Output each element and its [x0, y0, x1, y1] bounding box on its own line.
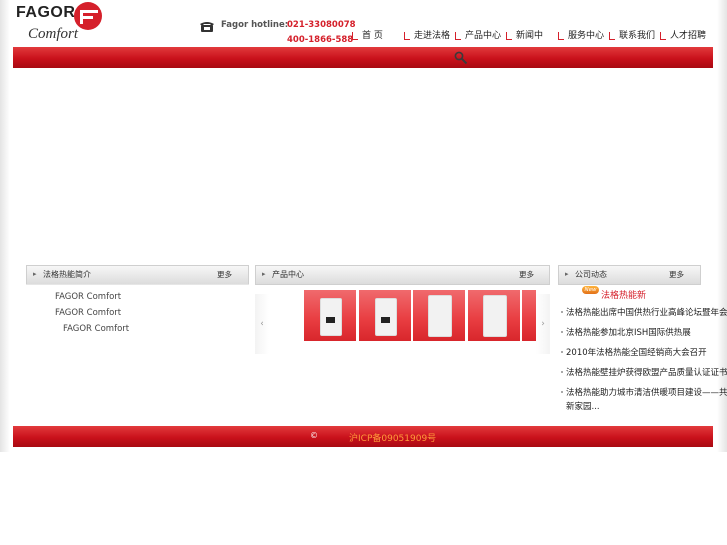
product-thumbnail[interactable] — [304, 290, 356, 341]
chevron-right-icon: › — [541, 319, 545, 329]
nav-label: 服务中心 — [568, 31, 605, 41]
bullet-dot — [561, 351, 563, 353]
intro-panel-title: 法格热能简介 — [43, 270, 91, 279]
header-arrow-icon: ▸ — [262, 270, 266, 278]
news-item[interactable]: 法格热能出席中国供热行业高峰论坛暨年会 — [566, 306, 727, 318]
nav-label: 首 页 — [362, 31, 383, 41]
intro-more-link[interactable]: 更多 — [217, 269, 232, 280]
news-item[interactable]: 法格热能壁挂炉获得欧盟产品质量认证证书 — [566, 366, 727, 378]
product-thumbnail[interactable] — [359, 290, 411, 341]
intro-divider — [26, 284, 249, 285]
hotline-number-2: 400-1866-588 — [287, 35, 354, 45]
products-more-link[interactable]: 更多 — [519, 269, 534, 280]
nav-corner-icon — [352, 32, 358, 40]
logo-brand-text: FAGOR — [16, 4, 76, 21]
nav-corner-icon — [558, 32, 564, 40]
intro-text-line: FAGOR Comfort — [55, 308, 122, 318]
fagor-logo[interactable]: FAGOR Comfort — [16, 2, 106, 46]
news-item-continued[interactable]: 新家园... — [566, 400, 600, 412]
chevron-left-icon: ‹ — [260, 319, 264, 329]
news-panel-header: ▸ 公司动态 更多 — [558, 265, 701, 285]
bullet-dot — [561, 311, 563, 313]
boiler-image — [428, 295, 452, 337]
water-heater-image — [375, 298, 397, 336]
water-heater-image — [320, 298, 342, 336]
carousel-prev-button[interactable]: ‹ — [255, 294, 269, 354]
news-headline[interactable]: 法格热能新 — [601, 288, 646, 301]
telephone-icon — [200, 22, 214, 32]
nav-corner-icon — [506, 32, 512, 40]
carousel-next-button[interactable]: › — [536, 294, 550, 354]
intro-text-line: FAGOR Comfort — [63, 324, 130, 334]
news-panel-title: 公司动态 — [575, 270, 607, 279]
product-thumbnail[interactable] — [522, 290, 536, 341]
logo-sub-text: Comfort — [28, 26, 79, 42]
header-arrow-icon: ▸ — [33, 270, 37, 278]
header-red-bar — [13, 47, 713, 68]
nav-corner-icon — [609, 32, 615, 40]
nav-label: 联系我们 — [619, 31, 656, 41]
bullet-dot — [561, 331, 563, 333]
intro-panel-header: ▸ 法格热能简介 更多 — [26, 265, 249, 285]
left-edge-shadow — [0, 0, 10, 452]
nav-corner-icon — [660, 32, 666, 40]
hotline-number-1: 021-33080078 — [287, 20, 356, 30]
nav-label: 走进法格 — [414, 31, 451, 41]
copyright-symbol: © — [310, 431, 318, 440]
news-more-link[interactable]: 更多 — [669, 269, 684, 280]
nav-corner-icon — [404, 32, 410, 40]
fagor-f-icon — [74, 2, 102, 30]
product-thumbnail[interactable] — [413, 290, 465, 341]
nav-label: 人才招聘 — [670, 31, 707, 41]
hotline-label: Fagor hotline: — [221, 20, 289, 30]
bullet-dot — [561, 371, 563, 373]
nav-label: 产品中心 — [465, 31, 502, 41]
search-icon[interactable] — [454, 51, 468, 65]
boiler-image — [483, 295, 507, 337]
nav-label: 新闻中 — [516, 31, 544, 41]
new-badge: New — [582, 286, 599, 294]
products-panel-title: 产品中心 — [272, 270, 304, 279]
bullet-dot — [561, 391, 563, 393]
icp-license-link[interactable]: 沪ICP备09051909号 — [349, 431, 436, 444]
products-panel-header: ▸ 产品中心 更多 — [255, 265, 550, 285]
intro-text-line: FAGOR Comfort — [55, 292, 122, 302]
news-item[interactable]: 2010年法格热能全国经销商大会召开 — [566, 346, 707, 358]
news-item[interactable]: 法格热能助力城市清洁供暖项目建设——共建绿色 — [566, 386, 727, 398]
header-arrow-icon: ▸ — [565, 270, 569, 278]
right-edge-shadow — [717, 0, 727, 452]
nav-corner-icon — [455, 32, 461, 40]
news-item[interactable]: 法格热能参加北京ISH国际供热展 — [566, 326, 691, 338]
product-thumbnail[interactable] — [468, 290, 520, 341]
